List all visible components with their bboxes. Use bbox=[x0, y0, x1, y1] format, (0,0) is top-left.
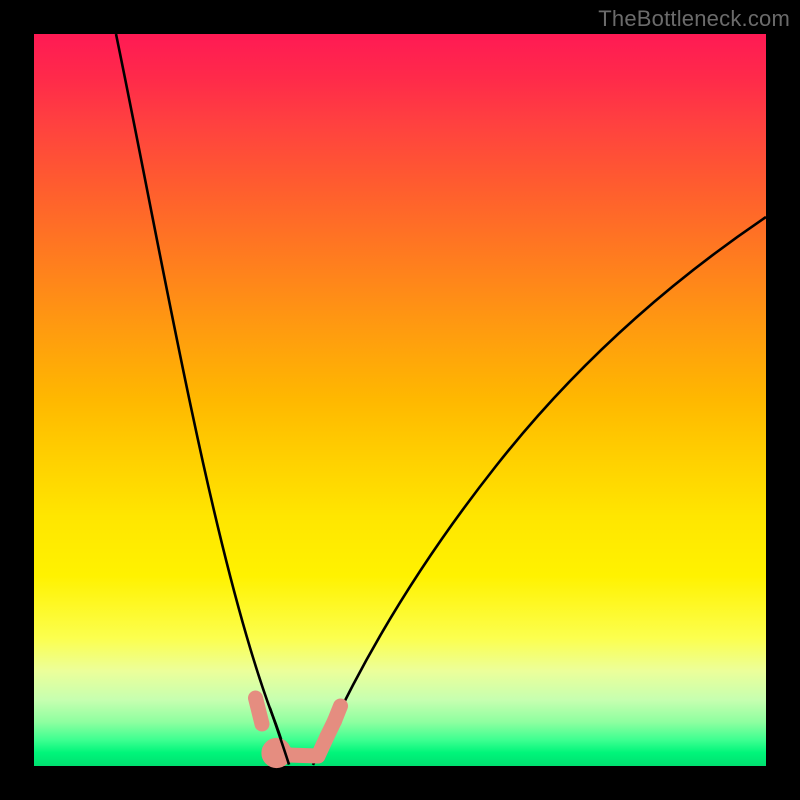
marker-seg-l1 bbox=[256, 698, 263, 724]
left-curve bbox=[116, 34, 289, 765]
right-curve bbox=[313, 217, 766, 765]
curves-svg bbox=[34, 34, 766, 800]
plot-area bbox=[34, 34, 766, 766]
watermark-text: TheBottleneck.com bbox=[598, 6, 790, 32]
chart-frame: TheBottleneck.com bbox=[0, 0, 800, 800]
marker-seg-r3 bbox=[335, 706, 341, 721]
